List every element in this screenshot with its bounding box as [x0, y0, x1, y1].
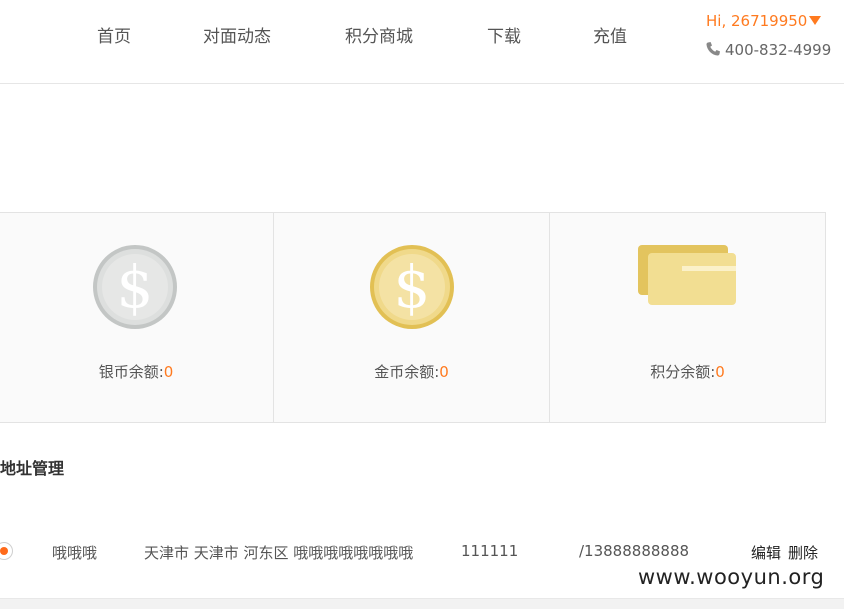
- top-header: 首页 对面动态 积分商城 下载 充值 Hi, 26719950 400-832-…: [0, 0, 844, 84]
- hotline-number: 400-832-4999: [725, 41, 832, 59]
- points-card-icon: [638, 245, 736, 305]
- nav-download[interactable]: 下载: [487, 22, 521, 47]
- svg-text:$: $: [117, 253, 154, 321]
- silver-balance-card: $ 银币余额:0: [0, 213, 273, 422]
- silver-balance-value: 0: [163, 363, 174, 381]
- delete-address-link[interactable]: 删除: [788, 542, 818, 563]
- watermark: www.wooyun.org: [638, 565, 825, 589]
- silver-coin-icon: $: [93, 245, 177, 329]
- points-balance-card: 积分余额:0: [549, 213, 825, 422]
- points-balance-value: 0: [715, 363, 725, 381]
- gold-coin-icon: $: [370, 245, 454, 329]
- gold-balance-value: 0: [439, 363, 449, 381]
- points-balance-label: 积分余额:0: [650, 363, 725, 381]
- recipient-address: 天津市 天津市 河东区 哦哦哦哦哦哦哦哦: [144, 544, 414, 562]
- nav-points-mall[interactable]: 积分商城: [345, 22, 413, 47]
- svg-text:$: $: [394, 253, 431, 321]
- recipient-phone: /13888888888: [579, 542, 690, 560]
- gold-balance-card: $ 金币余额:0: [273, 213, 549, 422]
- radio-selected-dot: [0, 547, 8, 555]
- edit-address-link[interactable]: 编辑: [751, 542, 781, 563]
- default-address-radio[interactable]: [0, 542, 13, 560]
- hotline: 400-832-4999: [705, 41, 831, 59]
- nav-home[interactable]: 首页: [97, 22, 131, 47]
- footer-band: [0, 598, 844, 609]
- user-greeting: Hi, 26719950: [706, 12, 808, 30]
- nav-recharge[interactable]: 充值: [593, 22, 627, 47]
- address-section-title: 地址管理: [0, 459, 65, 478]
- recipient-name: 哦哦哦: [52, 544, 98, 562]
- caret-down-icon: [809, 16, 822, 25]
- phone-icon: [706, 42, 720, 56]
- nav-dynamics[interactable]: 对面动态: [203, 22, 271, 47]
- balance-cards: $ 银币余额:0 $ 金币余额:0 积分余额:0: [0, 212, 826, 423]
- gold-balance-label: 金币余额:0: [374, 363, 449, 381]
- silver-balance-label: 银币余额:0: [98, 363, 174, 381]
- postcode: 111111: [461, 542, 519, 560]
- user-menu[interactable]: Hi, 26719950: [706, 12, 822, 30]
